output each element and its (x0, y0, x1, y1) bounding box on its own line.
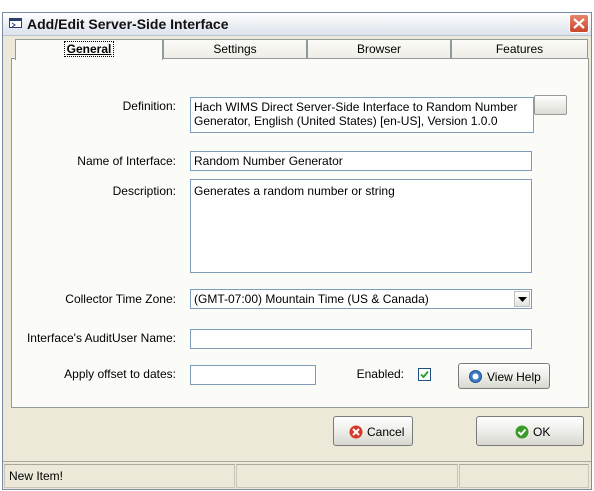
cancel-icon (349, 425, 363, 439)
checkmark-icon (420, 370, 429, 379)
general-panel: Definition: Hach WIMS Direct Server-Side… (11, 58, 589, 408)
status-text: New Item! (4, 464, 235, 488)
ok-button[interactable]: OK (476, 416, 584, 446)
offset-label: Apply offset to dates: (64, 367, 176, 381)
offset-input[interactable] (190, 365, 316, 385)
timezone-value: (GMT-07:00) Mountain Time (US & Canada) (194, 292, 429, 306)
tab-settings[interactable]: Settings (163, 39, 307, 58)
close-icon (573, 18, 585, 29)
tab-general-label: General (63, 41, 115, 57)
definition-label: Definition: (122, 99, 176, 113)
title-bar[interactable]: Add/Edit Server-Side Interface (3, 13, 591, 36)
tab-browser-label: Browser (356, 42, 401, 56)
close-button[interactable] (569, 14, 589, 33)
help-icon (469, 370, 482, 383)
dialog-window: Add/Edit Server-Side Interface General S… (2, 12, 592, 490)
name-input[interactable]: Random Number Generator (190, 151, 532, 171)
description-label: Description: (112, 184, 176, 198)
tab-strip: General Settings Browser Features (11, 39, 589, 60)
name-label: Name of Interface: (77, 154, 176, 168)
definition-browse-button[interactable] (534, 95, 567, 115)
status-cell-3 (459, 464, 589, 488)
cancel-label: Cancel (367, 425, 405, 439)
cancel-button[interactable]: Cancel (333, 416, 413, 446)
tab-general[interactable]: General (15, 39, 163, 60)
timezone-label: Collector Time Zone: (65, 292, 176, 306)
description-textarea[interactable]: Generates a random number or string (190, 179, 532, 273)
ok-label: OK (533, 425, 551, 439)
status-cell-2 (236, 464, 458, 488)
window-icon (9, 18, 22, 28)
view-help-label: View Help (487, 370, 541, 384)
enabled-checkbox[interactable] (418, 368, 431, 381)
audituser-label: Interface's AuditUser Name: (26, 331, 176, 345)
audituser-input[interactable] (190, 329, 532, 349)
tab-browser[interactable]: Browser (307, 39, 451, 58)
tab-features-label: Features (495, 42, 544, 56)
view-help-button[interactable]: View Help (458, 363, 550, 389)
window-title: Add/Edit Server-Side Interface (27, 16, 229, 32)
tab-features[interactable]: Features (451, 39, 588, 58)
definition-field: Hach WIMS Direct Server-Side Interface t… (190, 97, 534, 133)
enabled-label: Enabled: (356, 367, 404, 381)
ok-check-icon (515, 425, 529, 439)
timezone-select[interactable]: (GMT-07:00) Mountain Time (US & Canada) (190, 289, 532, 309)
tab-settings-label: Settings (213, 42, 257, 56)
chevron-down-icon[interactable] (514, 291, 530, 307)
status-bar: New Item! (3, 461, 591, 489)
